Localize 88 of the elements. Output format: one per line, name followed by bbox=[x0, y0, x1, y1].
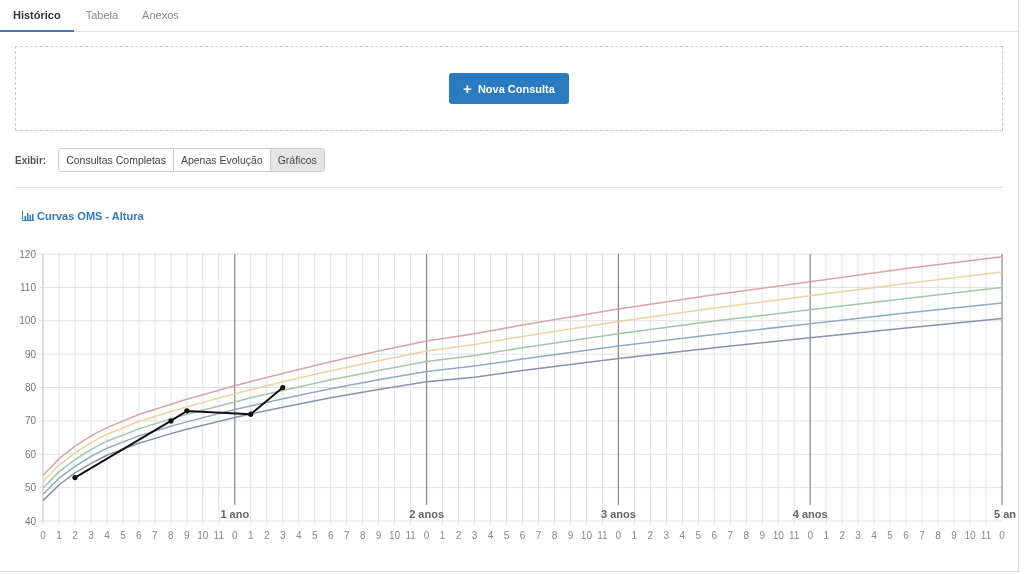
month-label: 0 bbox=[232, 530, 238, 541]
month-label: 0 bbox=[999, 530, 1005, 541]
month-label: 8 bbox=[551, 530, 558, 541]
data-point bbox=[184, 408, 190, 414]
axis-tick-label: 50 bbox=[24, 482, 36, 494]
tab[interactable]: Tabela bbox=[73, 0, 131, 32]
data-point bbox=[280, 384, 286, 391]
month-label: 11 bbox=[789, 530, 800, 541]
axis-tick-label: 60 bbox=[24, 448, 36, 460]
axis-tick-label: 90 bbox=[24, 348, 36, 360]
month-label: 5 bbox=[503, 530, 510, 541]
month-label: 3 bbox=[855, 530, 861, 541]
month-label: 6 bbox=[711, 530, 718, 541]
month-label: 7 bbox=[727, 530, 734, 541]
month-label: 1 bbox=[248, 530, 254, 541]
month-label: 2 bbox=[647, 530, 654, 541]
year-label: 2 anos bbox=[409, 508, 445, 520]
axis-tick-label: 70 bbox=[24, 415, 36, 427]
month-label: 10 bbox=[197, 530, 209, 541]
month-label: 8 bbox=[168, 530, 174, 541]
month-label: 9 bbox=[951, 530, 957, 541]
month-label: 7 bbox=[535, 530, 542, 541]
month-label: 2 bbox=[839, 530, 845, 541]
month-label: 6 bbox=[136, 530, 142, 541]
month-label: 7 bbox=[152, 530, 158, 541]
year-label: 1 ano bbox=[220, 508, 250, 520]
month-label: 4 bbox=[487, 530, 494, 541]
month-label: 0 bbox=[423, 530, 430, 541]
month-label: 0 bbox=[40, 530, 46, 541]
month-label: 5 bbox=[120, 530, 126, 541]
month-label: 4 bbox=[679, 530, 686, 541]
chart-title-link[interactable]: Curvas OMS - Altura bbox=[37, 210, 144, 222]
month-label: 7 bbox=[343, 530, 350, 541]
axis-tick-label: 110 bbox=[20, 281, 36, 293]
tab[interactable]: Anexos bbox=[130, 0, 191, 32]
month-label: 0 bbox=[807, 530, 813, 541]
month-label: 4 bbox=[104, 530, 110, 541]
month-label: 6 bbox=[903, 530, 909, 541]
month-label: 3 bbox=[471, 530, 478, 541]
month-label: 1 bbox=[56, 530, 62, 541]
month-label: 8 bbox=[935, 530, 941, 541]
month-label: 5 bbox=[311, 530, 318, 541]
month-label: 10 bbox=[580, 530, 592, 541]
month-label: 9 bbox=[184, 530, 190, 541]
tab[interactable]: Histórico bbox=[0, 0, 74, 32]
month-label: 10 bbox=[964, 530, 976, 541]
month-label: 11 bbox=[980, 530, 992, 541]
month-label: 2 bbox=[264, 530, 270, 541]
month-label: 1 bbox=[631, 530, 638, 541]
axis-tick-label: 120 bbox=[19, 248, 36, 260]
month-label: 4 bbox=[871, 530, 877, 541]
month-label: 4 bbox=[295, 530, 302, 541]
month-label: 10 bbox=[772, 530, 784, 541]
month-label: 1 bbox=[823, 530, 829, 541]
data-point bbox=[168, 418, 174, 424]
month-label: 5 bbox=[695, 530, 702, 541]
month-label: 11 bbox=[213, 530, 224, 541]
axis-tick-label: 40 bbox=[24, 515, 36, 527]
month-label: 9 bbox=[375, 530, 382, 541]
year-label: 5 an bbox=[994, 508, 1016, 520]
month-label: 3 bbox=[279, 530, 286, 541]
data-point bbox=[72, 475, 78, 481]
year-label: 3 anos bbox=[600, 508, 636, 520]
axis-tick-label: 100 bbox=[19, 315, 36, 327]
bar-chart-icon bbox=[22, 211, 34, 221]
month-label: 7 bbox=[919, 530, 925, 541]
view-label: Exibir: bbox=[15, 154, 47, 166]
view-option[interactable]: Gráficos bbox=[269, 149, 324, 171]
month-label: 2 bbox=[455, 530, 462, 541]
new-consultation-button[interactable]: + Nova Consulta bbox=[449, 73, 569, 104]
month-label: 9 bbox=[567, 530, 574, 541]
month-label: 8 bbox=[359, 530, 366, 541]
month-label: 6 bbox=[519, 530, 526, 541]
month-label: 11 bbox=[405, 530, 416, 541]
month-label: 5 bbox=[887, 530, 893, 541]
axis-tick-label: 80 bbox=[24, 382, 36, 393]
month-label: 1 bbox=[439, 530, 446, 541]
month-label: 0 bbox=[615, 530, 622, 541]
month-label: 6 bbox=[327, 530, 334, 541]
month-label: 3 bbox=[88, 530, 94, 541]
month-label: 10 bbox=[389, 530, 401, 541]
month-label: 9 bbox=[759, 530, 766, 541]
year-label: 4 anos bbox=[792, 508, 828, 520]
month-label: 3 bbox=[663, 530, 670, 541]
month-label: 8 bbox=[743, 530, 750, 541]
month-label: 11 bbox=[597, 530, 608, 541]
data-point bbox=[248, 411, 254, 417]
month-label: 2 bbox=[72, 530, 78, 541]
